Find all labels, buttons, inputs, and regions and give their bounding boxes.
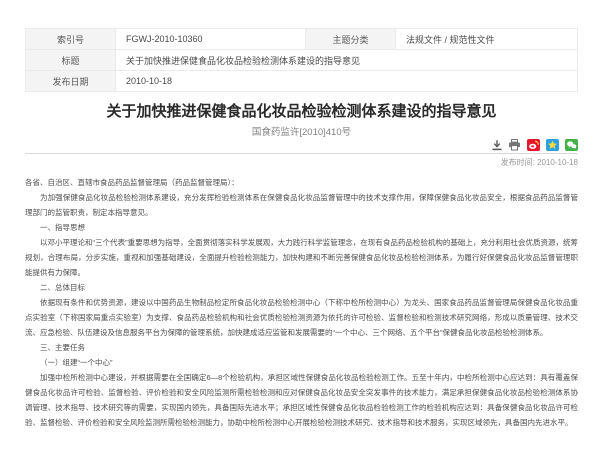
table-row: 标题 关于加快推进保健食品化妆品检验检测体系建设的指导意见 (26, 50, 578, 71)
section-1-paragraph: 以邓小平理论和“三个代表”重要思想为指导，全面贯彻落实科学发展观，大力践行科学监… (25, 235, 578, 280)
section-heading-2: 二、总体目标 (25, 280, 578, 295)
meta-value-title: 关于加快推进保健食品化妆品检验检测体系建设的指导意见 (116, 50, 578, 71)
meta-value-index: FGWJ-2010-10360 (116, 29, 306, 50)
article-toolbar (491, 139, 578, 151)
publish-time: 发布时间: 2010-10-18 (25, 158, 578, 168)
download-icon[interactable] (491, 139, 503, 151)
document-page: 索引号 FGWJ-2010-10360 主题分类 法规文件 / 规范性文件 标题… (25, 28, 578, 430)
meta-label-index: 索引号 (26, 29, 116, 50)
divider (25, 153, 578, 154)
page-title: 关于加快推进保健食品化妆品检验检测体系建设的指导意见 (25, 103, 578, 121)
document-meta-table: 索引号 FGWJ-2010-10360 主题分类 法规文件 / 规范性文件 标题… (25, 28, 578, 92)
table-row: 发布日期 2010-10-18 (26, 71, 578, 92)
qzone-share-icon[interactable] (546, 139, 559, 151)
meta-value-category: 法规文件 / 规范性文件 (396, 29, 578, 50)
section-3-paragraph: 加强中检所检测中心建设，并根据需要在全国确定6—8个检验机构，承担区域性保健食品… (25, 370, 578, 430)
meta-label-date: 发布日期 (26, 71, 116, 92)
print-icon[interactable] (508, 139, 521, 151)
section-heading-1: 一、指导思想 (25, 220, 578, 235)
salutation-paragraph: 各省、自治区、直辖市食品药品监督管理局（药品监督管理局）： (25, 175, 578, 190)
table-row: 索引号 FGWJ-2010-10360 主题分类 法规文件 / 规范性文件 (26, 29, 578, 50)
meta-label-category: 主题分类 (306, 29, 396, 50)
document-subhead: 国食药监许[2010]410号 (25, 126, 578, 151)
intro-paragraph: 为加强保健食品化妆品检验检测体系建设，充分发挥检验检测体系在保健食品化妆品监督管… (25, 190, 578, 220)
doc-number: 国食药监许[2010]410号 (25, 126, 578, 139)
meta-label-title: 标题 (26, 50, 116, 71)
weibo-share-icon[interactable] (527, 139, 540, 151)
wechat-share-icon[interactable] (565, 139, 578, 151)
article-body: 各省、自治区、直辖市食品药品监督管理局（药品监督管理局）： 为加强保健食品化妆品… (25, 175, 578, 430)
subsection-heading-3-1: （一）组建“一个中心” (25, 355, 578, 370)
section-2-paragraph: 依据现有条件和优势资源，建设以中国药品生物制品检定所食品化妆品检验检测中心（下称… (25, 295, 578, 340)
meta-value-date: 2010-10-18 (116, 71, 578, 92)
section-heading-3: 三、主要任务 (25, 340, 578, 355)
